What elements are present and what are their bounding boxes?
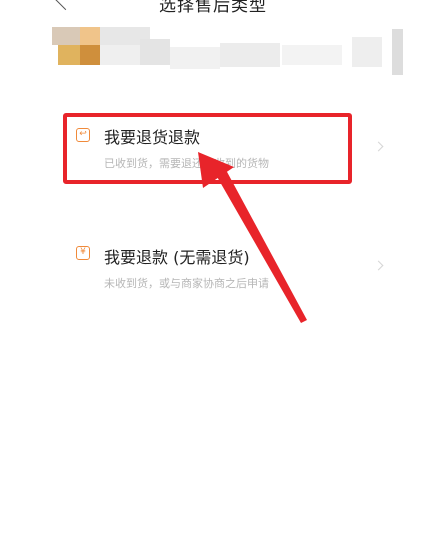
blur-block [58, 45, 80, 65]
yen-refund-icon: ¥ [76, 246, 90, 260]
option-description: 未收到货，或与商家协商之后申请 [104, 277, 269, 290]
blur-block [352, 37, 382, 67]
highlight-box [63, 113, 352, 184]
blur-block [100, 45, 140, 65]
blur-block [392, 29, 403, 75]
page-title: 选择售后类型 [159, 0, 267, 16]
blur-block [80, 27, 100, 45]
option-label: 我要退款 (无需退货) [104, 248, 250, 267]
blur-block [282, 45, 342, 65]
option-refund-only[interactable]: ¥ 我要退款 (无需退货) 未收到货，或与商家协商之后申请 [70, 242, 370, 292]
product-thumbnail [52, 27, 403, 77]
chevron-right-icon [373, 260, 384, 271]
header: 选择售后类型 [0, 0, 426, 18]
chevron-right-icon [373, 141, 384, 152]
blur-block [52, 27, 80, 45]
blur-block [220, 43, 280, 67]
blur-block [140, 39, 170, 65]
blur-block [170, 47, 220, 69]
blur-block [80, 45, 100, 65]
